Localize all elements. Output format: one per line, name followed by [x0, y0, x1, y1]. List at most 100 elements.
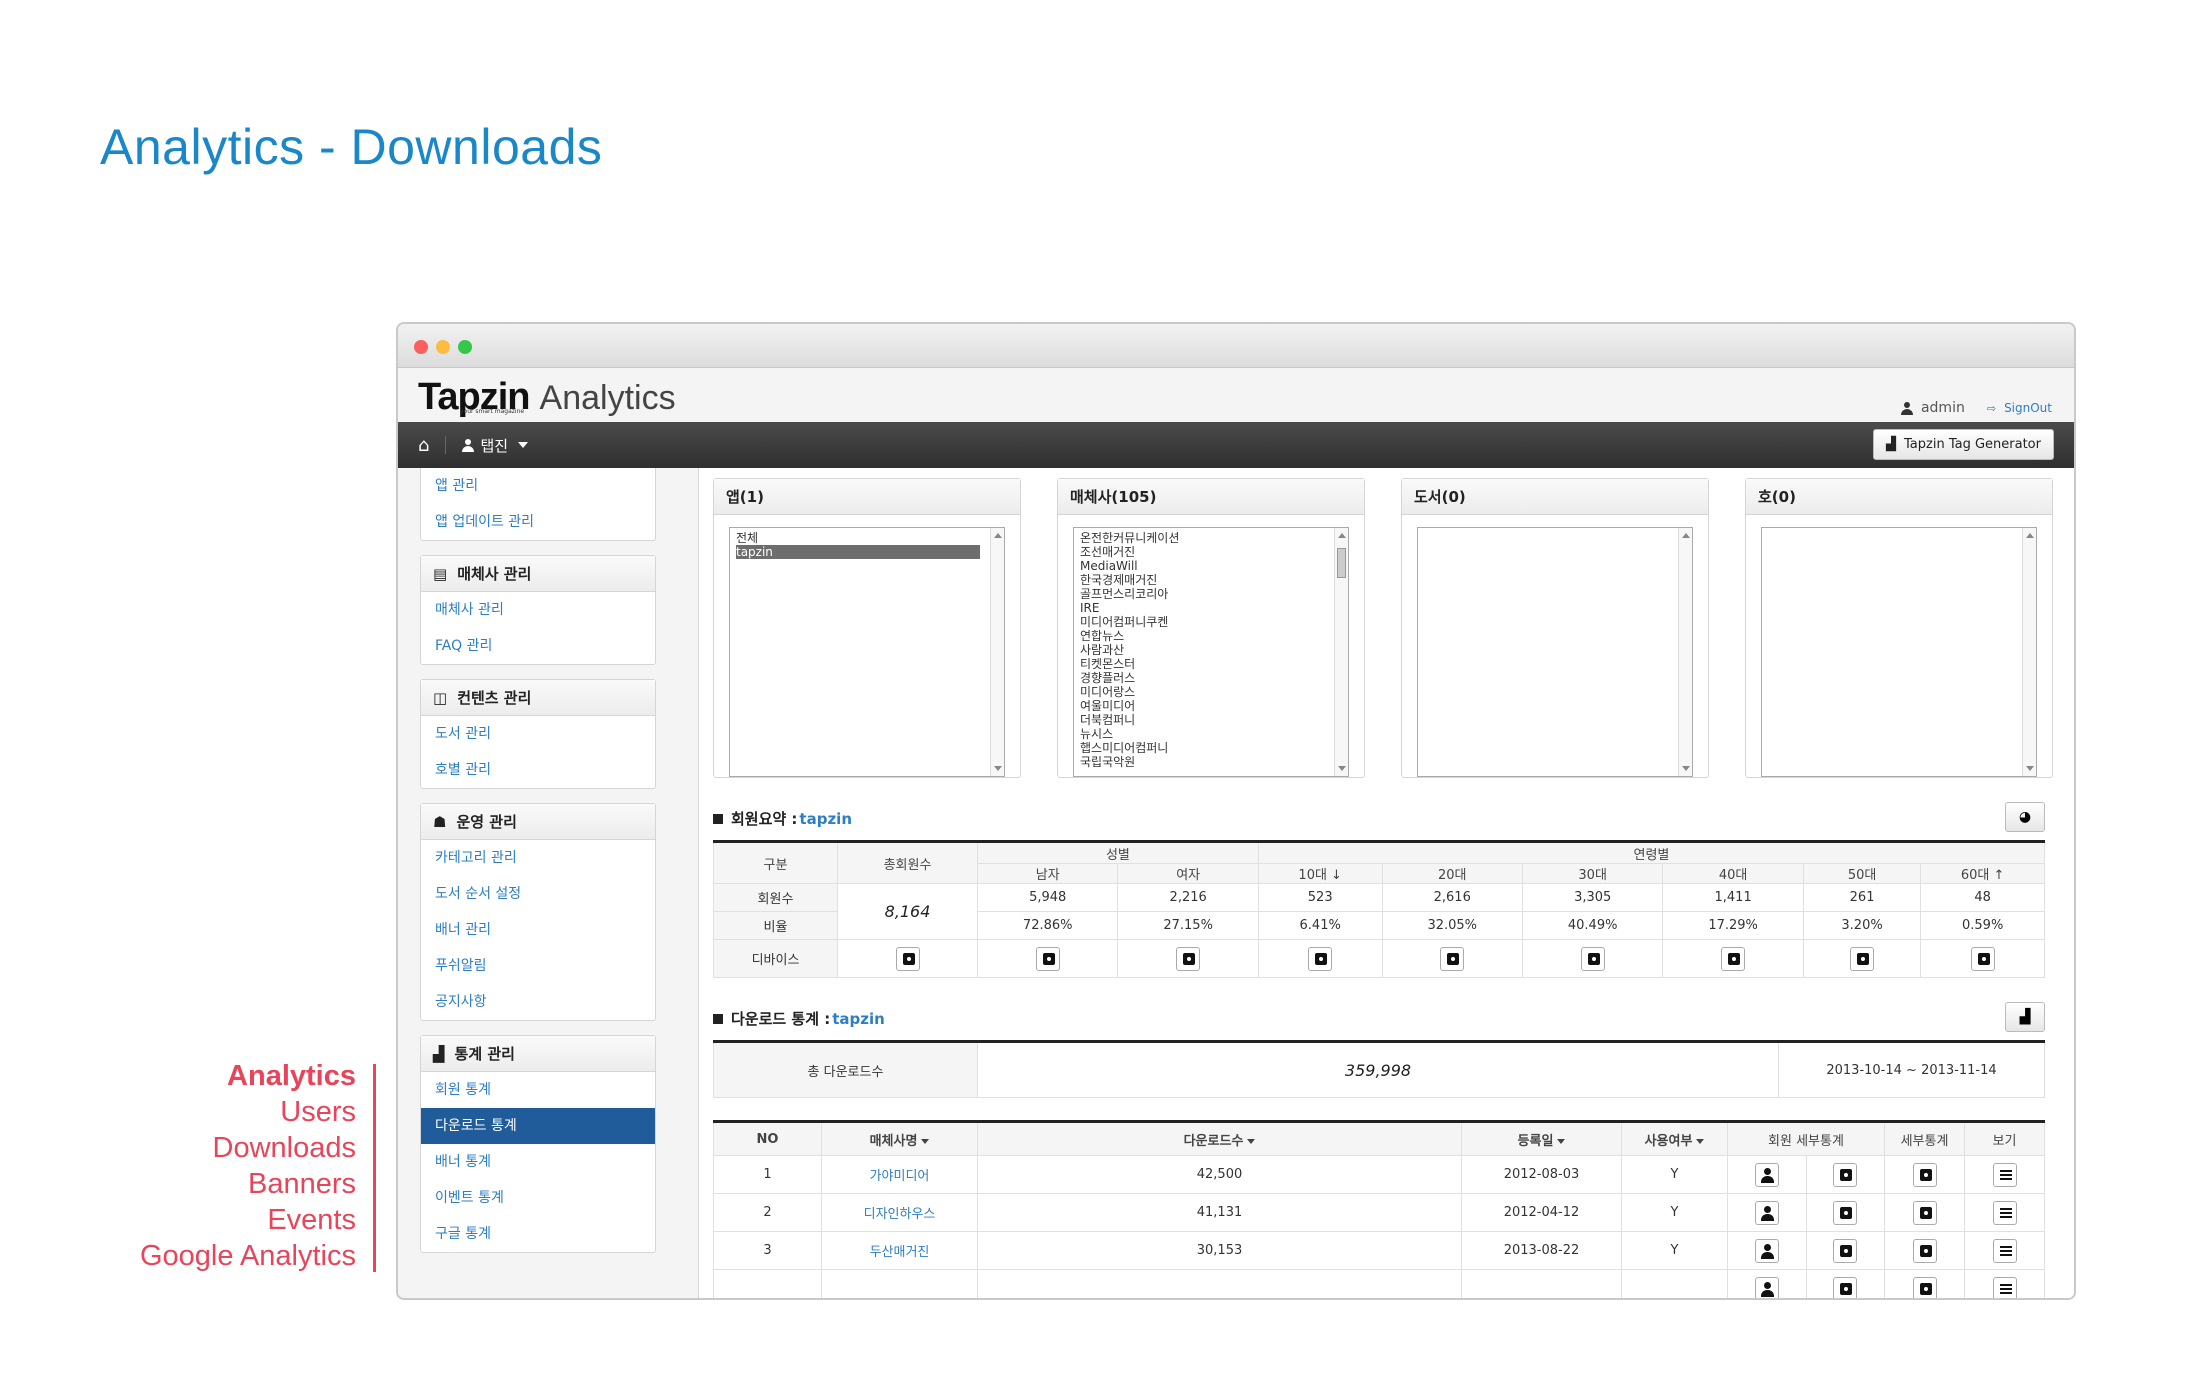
user-icon[interactable] [1754, 1162, 1779, 1187]
listbox-option[interactable]: 경향플러스 [1080, 671, 1324, 685]
book-listbox[interactable] [1417, 527, 1693, 777]
device-icon[interactable] [1580, 946, 1605, 971]
device-icon[interactable] [1912, 1276, 1937, 1298]
publisher-link[interactable]: 가야미디어 [870, 1169, 930, 1184]
user-icon[interactable] [1754, 1238, 1779, 1263]
device-icon[interactable] [1833, 1276, 1858, 1298]
th-age-60[interactable]: 60대 ↑ [1920, 863, 2045, 884]
close-window-icon[interactable] [414, 340, 428, 354]
listbox-option[interactable]: 더북컴퍼니 [1080, 713, 1324, 727]
device-icon[interactable] [1721, 946, 1746, 971]
sidebar-item-banner[interactable]: 배너 관리 [421, 912, 655, 948]
device-icon[interactable] [1833, 1200, 1858, 1225]
listbox-option[interactable]: 티켓몬스터 [1080, 657, 1324, 671]
user-icon[interactable] [1754, 1276, 1779, 1298]
device-icon[interactable] [1035, 946, 1060, 971]
sidebar-item-google-stats[interactable]: 구글 통계 [421, 1216, 655, 1252]
sidebar-item-download-stats[interactable]: 다운로드 통계 [421, 1108, 655, 1144]
sidebar-item-push[interactable]: 푸쉬알림 [421, 948, 655, 984]
scroll-up-icon[interactable] [1682, 533, 1690, 538]
user-icon[interactable] [1754, 1200, 1779, 1225]
publisher-listbox[interactable]: 온전한커뮤니케이션 조선매거진 MediaWill 한국경제매거진 골프먼스리코… [1073, 527, 1349, 777]
sidebar-item-category[interactable]: 카테고리 관리 [421, 840, 655, 876]
col-use[interactable]: 사용여부 [1621, 1120, 1728, 1156]
device-icon[interactable] [1833, 1238, 1858, 1263]
device-icon[interactable] [1833, 1162, 1858, 1187]
sidebar-item-banner-stats[interactable]: 배너 통계 [421, 1144, 655, 1180]
listbox-scrollbar[interactable] [990, 528, 1004, 776]
sidebar-item-notice[interactable]: 공지사항 [421, 984, 655, 1020]
minimize-window-icon[interactable] [436, 340, 450, 354]
device-icon[interactable] [1970, 946, 1995, 971]
listbox-option[interactable]: 한국경제매거진 [1080, 573, 1324, 587]
publisher-link[interactable]: 두산매거진 [870, 1245, 930, 1260]
scroll-thumb[interactable] [1337, 548, 1346, 578]
bar-chart-button[interactable]: ▟ [2005, 1002, 2045, 1032]
cell-use: Y [1621, 1155, 1728, 1194]
scroll-down-icon[interactable] [994, 766, 1002, 771]
listbox-option[interactable]: MediaWill [1080, 559, 1324, 573]
listbox-option[interactable]: 미디어랑스 [1080, 685, 1324, 699]
app-dropdown[interactable]: 탭진 [462, 435, 529, 456]
scroll-up-icon[interactable] [2026, 533, 2034, 538]
sidebar-item-faq[interactable]: FAQ 관리 [421, 628, 655, 664]
listbox-option[interactable]: 미디어컴퍼니쿠켄 [1080, 615, 1324, 629]
sidebar-item-book-order[interactable]: 도서 순서 설정 [421, 876, 655, 912]
list-icon[interactable] [1992, 1200, 2017, 1225]
col-downloads[interactable]: 다운로드수 [977, 1120, 1462, 1156]
app-logo[interactable]: Tapzin Analytics [418, 376, 676, 419]
listbox-option[interactable]: 여울미디어 [1080, 699, 1324, 713]
device-icon[interactable] [1912, 1162, 1937, 1187]
listbox-option[interactable]: 온전한커뮤니케이션 [1080, 531, 1324, 545]
device-icon[interactable] [1308, 946, 1333, 971]
scroll-up-icon[interactable] [1338, 533, 1346, 538]
publisher-link[interactable]: 디자인하우스 [864, 1207, 936, 1222]
pie-chart-button[interactable]: ◕ [2005, 802, 2045, 832]
listbox-scrollbar[interactable] [2022, 528, 2036, 776]
th-age-10[interactable]: 10대 ↓ [1257, 863, 1383, 884]
listbox-option[interactable]: 조선매거진 [1080, 545, 1324, 559]
scroll-up-icon[interactable] [994, 533, 1002, 538]
col-date[interactable]: 등록일 [1461, 1120, 1622, 1156]
list-icon[interactable] [1992, 1238, 2017, 1263]
listbox-option[interactable]: 골프먼스리코리아 [1080, 587, 1324, 601]
username[interactable]: admin [1921, 400, 1965, 416]
listbox-option[interactable]: 전체 [736, 531, 980, 545]
scroll-down-icon[interactable] [2026, 766, 2034, 771]
tag-generator-button[interactable]: ▟ Tapzin Tag Generator [1873, 429, 2054, 460]
sidebar-item-event-stats[interactable]: 이벤트 통계 [421, 1180, 655, 1216]
listbox-option[interactable]: 국립국악원 [1080, 755, 1324, 769]
device-icon[interactable] [1912, 1200, 1937, 1225]
sidebar-item-publisher[interactable]: 매체사 관리 [421, 592, 655, 628]
listbox-scrollbar[interactable] [1678, 528, 1692, 776]
sidebar-item-member-stats[interactable]: 회원 통계 [421, 1072, 655, 1108]
signout-link[interactable]: SignOut [2004, 401, 2052, 415]
scroll-down-icon[interactable] [1682, 766, 1690, 771]
sidebar-item-issues[interactable]: 호별 관리 [421, 752, 655, 788]
ratio-age-60: 0.59% [1920, 911, 2045, 940]
device-icon[interactable] [1850, 946, 1875, 971]
sidebar-item-app-update[interactable]: 앱 업데이트 관리 [421, 504, 655, 540]
col-publisher[interactable]: 매체사명 [821, 1120, 978, 1156]
listbox-option[interactable]: 연합뉴스 [1080, 629, 1324, 643]
sidebar-item-books[interactable]: 도서 관리 [421, 716, 655, 752]
scroll-down-icon[interactable] [1338, 766, 1346, 771]
issue-listbox[interactable] [1761, 527, 2037, 777]
home-icon[interactable]: ⌂ [418, 435, 429, 456]
listbox-option[interactable]: 햅스미디어컴퍼니 [1080, 741, 1324, 755]
listbox-scrollbar[interactable] [1334, 528, 1348, 776]
listbox-option[interactable]: 뉴시스 [1080, 727, 1324, 741]
list-icon[interactable] [1992, 1162, 2017, 1187]
list-icon[interactable] [1992, 1276, 2017, 1298]
app-listbox[interactable]: 전체 tapzin [729, 527, 1005, 777]
device-icon[interactable] [1912, 1238, 1937, 1263]
sidebar-item-app-manage[interactable]: 앱 관리 [421, 468, 655, 504]
listbox-option[interactable]: IRE [1080, 601, 1324, 615]
listbox-option[interactable]: 사람과산 [1080, 643, 1324, 657]
maximize-window-icon[interactable] [458, 340, 472, 354]
device-icon[interactable] [895, 946, 920, 971]
device-icon[interactable] [1176, 946, 1201, 971]
listbox-option-selected[interactable]: tapzin [736, 545, 980, 559]
cell-view [1964, 1231, 2045, 1270]
device-icon[interactable] [1440, 946, 1465, 971]
